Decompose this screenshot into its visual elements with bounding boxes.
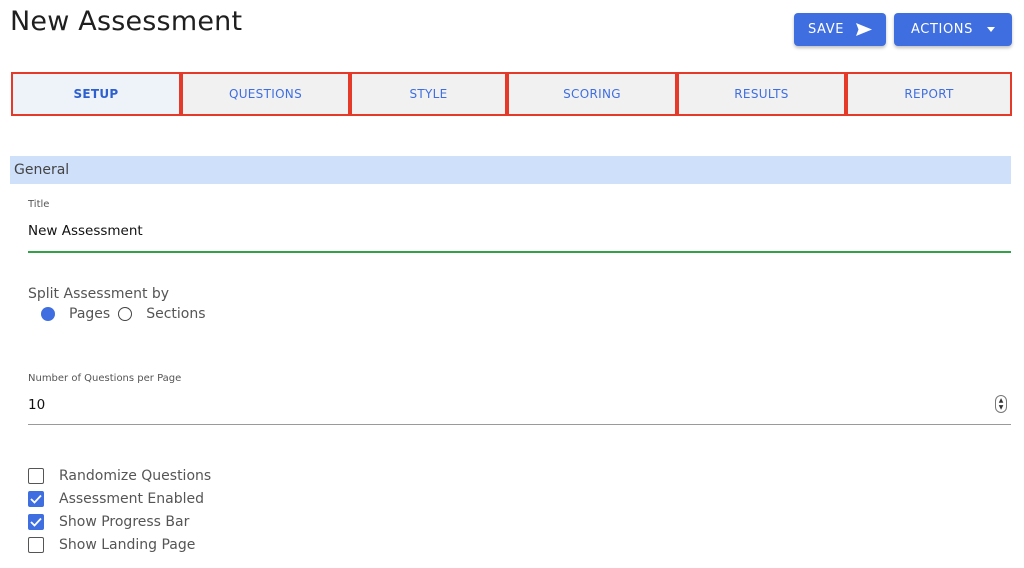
options-checkbox-list: Randomize Questions Assessment Enabled S… <box>28 464 211 556</box>
questions-per-page-label: Number of Questions per Page <box>28 373 182 384</box>
checkbox-box[interactable] <box>28 490 44 507</box>
checkbox-assessment-enabled[interactable]: Assessment Enabled <box>28 487 211 510</box>
questions-per-page-underline <box>28 424 1011 425</box>
radio-pages-label[interactable]: Pages <box>69 306 110 322</box>
checkbox-label[interactable]: Assessment Enabled <box>59 491 204 507</box>
title-input-underline <box>28 251 1011 253</box>
stepper-down-icon: ▼ <box>998 404 1004 411</box>
checkmark-icon <box>30 494 42 504</box>
radio-sections-label[interactable]: Sections <box>146 306 205 322</box>
tab-scoring[interactable]: SCORING <box>507 72 677 116</box>
checkbox-box[interactable] <box>28 467 44 484</box>
section-header-general[interactable]: General <box>10 156 1011 184</box>
tab-bar: SETUP QUESTIONS STYLE SCORING RESULTS RE… <box>11 72 1012 116</box>
stepper-up-icon: ▲ <box>998 397 1004 404</box>
title-field-label: Title <box>28 199 50 210</box>
checkbox-show-progress-bar[interactable]: Show Progress Bar <box>28 510 211 533</box>
caret-down-icon <box>986 27 995 32</box>
checkbox-label[interactable]: Randomize Questions <box>59 468 211 484</box>
save-button[interactable]: SAVE <box>794 13 886 46</box>
save-button-label: SAVE <box>807 22 845 37</box>
checkbox-randomize-questions[interactable]: Randomize Questions <box>28 464 211 487</box>
send-icon <box>856 23 873 36</box>
stepper-arrows-icon[interactable]: ▲ ▼ <box>995 395 1007 413</box>
tab-results[interactable]: RESULTS <box>677 72 846 116</box>
tab-label: STYLE <box>409 87 448 101</box>
section-title: General <box>14 162 70 178</box>
radio-pages[interactable] <box>41 307 55 321</box>
checkbox-box[interactable] <box>28 513 44 530</box>
split-by-radio-group: Pages Sections <box>41 306 214 322</box>
tab-label: RESULTS <box>734 87 789 101</box>
questions-per-page-input[interactable]: 10 <box>28 397 45 413</box>
checkbox-label[interactable]: Show Progress Bar <box>59 514 189 530</box>
tab-report[interactable]: REPORT <box>846 72 1012 116</box>
actions-button[interactable]: ACTIONS <box>894 13 1012 46</box>
tab-label: QUESTIONS <box>228 87 303 101</box>
radio-sections[interactable] <box>118 307 133 321</box>
checkbox-box[interactable] <box>28 536 44 553</box>
checkmark-icon <box>30 517 42 527</box>
tab-label: SCORING <box>563 87 621 101</box>
actions-button-label: ACTIONS <box>911 22 973 37</box>
title-input[interactable]: New Assessment <box>28 223 143 239</box>
page-title: New Assessment <box>10 6 243 37</box>
tab-style[interactable]: STYLE <box>350 72 507 116</box>
tab-questions[interactable]: QUESTIONS <box>181 72 350 116</box>
tab-setup[interactable]: SETUP <box>11 72 181 116</box>
split-by-label: Split Assessment by <box>28 286 170 302</box>
tab-label: SETUP <box>73 87 119 101</box>
tab-label: REPORT <box>904 87 954 101</box>
checkbox-show-landing-page[interactable]: Show Landing Page <box>28 533 211 556</box>
checkbox-label[interactable]: Show Landing Page <box>59 537 195 553</box>
